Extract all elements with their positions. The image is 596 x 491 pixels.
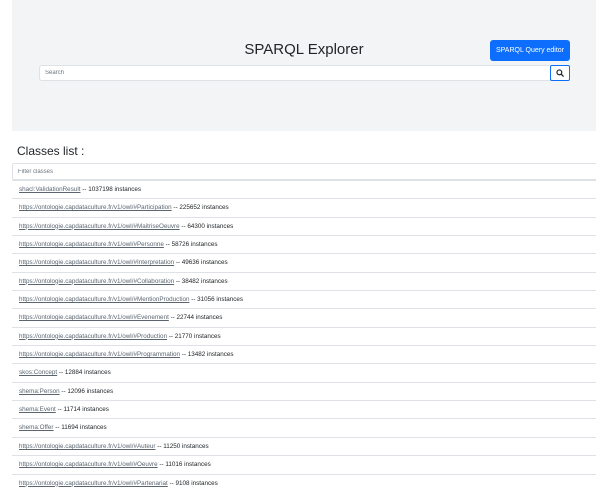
list-item: https://ontologie.capdataculture.fr/v1/o…: [12, 218, 596, 237]
list-item: https://ontologie.capdataculture.fr/v1/o…: [12, 273, 596, 292]
separator: --: [181, 351, 186, 359]
instance-count: 13482 instances: [187, 351, 234, 359]
list-item: https://ontologie.capdataculture.fr/v1/o…: [12, 291, 596, 310]
class-link[interactable]: https://ontologie.capdataculture.fr/v1/o…: [19, 259, 174, 266]
filter-classes-input[interactable]: [12, 163, 596, 180]
list-item: https://ontologie.capdataculture.fr/v1/o…: [12, 328, 596, 347]
list-item: https://ontologie.capdataculture.fr/v1/o…: [12, 438, 596, 457]
separator: --: [173, 204, 178, 212]
class-link[interactable]: skos:Concept: [19, 369, 57, 376]
separator: --: [57, 406, 62, 414]
class-link[interactable]: https://ontologie.capdataculture.fr/v1/o…: [19, 241, 164, 248]
class-link[interactable]: https://ontologie.capdataculture.fr/v1/o…: [19, 333, 167, 340]
separator: --: [181, 222, 186, 230]
instance-count: 11694 instances: [61, 424, 107, 432]
separator: --: [175, 259, 181, 267]
instance-count: 22744 instances: [176, 314, 223, 322]
class-link[interactable]: https://ontologie.capdataculture.fr/v1/o…: [19, 461, 158, 468]
class-link[interactable]: https://ontologie.capdataculture.fr/v1/o…: [19, 223, 180, 230]
separator: --: [58, 369, 64, 377]
sparql-query-editor-button[interactable]: SPARQL Query editor: [490, 40, 570, 61]
class-link[interactable]: https://ontologie.capdataculture.fr/v1/o…: [19, 204, 172, 211]
instance-count: 64300 instances: [187, 222, 234, 230]
separator: --: [168, 332, 174, 340]
class-link[interactable]: https://ontologie.capdataculture.fr/v1/o…: [19, 443, 156, 450]
search-bar: [39, 65, 570, 81]
instance-count: 11250 instances: [163, 442, 209, 450]
class-link[interactable]: shema:Offer: [19, 424, 54, 431]
class-link[interactable]: https://ontologie.capdataculture.fr/v1/o…: [19, 278, 174, 285]
list-item: https://ontologie.capdataculture.fr/v1/o…: [12, 475, 596, 491]
separator: --: [82, 186, 87, 193]
list-item: https://ontologie.capdataculture.fr/v1/o…: [12, 456, 596, 475]
list-item: https://ontologie.capdataculture.fr/v1/o…: [12, 236, 596, 255]
instance-count: 1037198 instances: [88, 186, 142, 193]
instance-count: 11016 instances: [165, 461, 211, 469]
list-item: https://ontologie.capdataculture.fr/v1/o…: [12, 254, 596, 273]
class-link[interactable]: shema:Event: [19, 406, 56, 413]
instance-count: 9108 instances: [175, 479, 218, 487]
separator: --: [175, 277, 181, 285]
separator: --: [169, 479, 174, 487]
list-item: https://ontologie.capdataculture.fr/v1/o…: [12, 346, 596, 365]
classes-list: shacl:ValidationResult -- 1037198 instan…: [12, 180, 596, 491]
list-item: shema:Person -- 12096 instances: [12, 383, 596, 402]
instance-count: 21770 instances: [174, 332, 221, 340]
page: SPARQL Explorer SPARQL Query editor Clas…: [0, 0, 596, 491]
instance-count: 11714 instances: [63, 406, 109, 414]
class-link[interactable]: shema:Person: [19, 388, 60, 395]
instance-count: 38482 instances: [181, 277, 228, 285]
separator: --: [157, 442, 162, 450]
instance-count: 12096 instances: [67, 387, 114, 395]
classes-list-heading: Classes list :: [17, 144, 85, 158]
search-button[interactable]: [550, 65, 570, 81]
instance-count: 12884 instances: [64, 369, 111, 377]
separator: --: [170, 314, 175, 322]
list-item: shacl:ValidationResult -- 1037198 instan…: [12, 181, 596, 200]
magnifier-icon: [556, 69, 564, 77]
class-link[interactable]: https://ontologie.capdataculture.fr/v1/o…: [19, 351, 180, 358]
class-link[interactable]: shacl:ValidationResult: [19, 186, 81, 193]
separator: --: [61, 387, 66, 395]
class-link[interactable]: https://ontologie.capdataculture.fr/v1/o…: [19, 296, 189, 303]
instance-count: 49636 instances: [181, 259, 228, 267]
list-item: shema:Offer -- 11694 instances: [12, 419, 596, 438]
separator: --: [159, 461, 164, 469]
instance-count: 31056 instances: [197, 296, 244, 304]
class-link[interactable]: https://ontologie.capdataculture.fr/v1/o…: [19, 480, 168, 487]
class-link[interactable]: https://ontologie.capdataculture.fr/v1/o…: [19, 314, 169, 321]
list-item: https://ontologie.capdataculture.fr/v1/o…: [12, 309, 596, 328]
header-panel: SPARQL Explorer SPARQL Query editor: [12, 0, 596, 131]
list-item: https://ontologie.capdataculture.fr/v1/o…: [12, 199, 596, 218]
separator: --: [191, 296, 196, 304]
list-item: shema:Event -- 11714 instances: [12, 401, 596, 420]
instance-count: 225652 instances: [179, 204, 229, 212]
list-item: skos:Concept -- 12884 instances: [12, 364, 596, 383]
separator: --: [165, 241, 170, 249]
instance-count: 58726 instances: [171, 241, 218, 249]
search-input[interactable]: [39, 65, 554, 81]
separator: --: [55, 424, 60, 432]
